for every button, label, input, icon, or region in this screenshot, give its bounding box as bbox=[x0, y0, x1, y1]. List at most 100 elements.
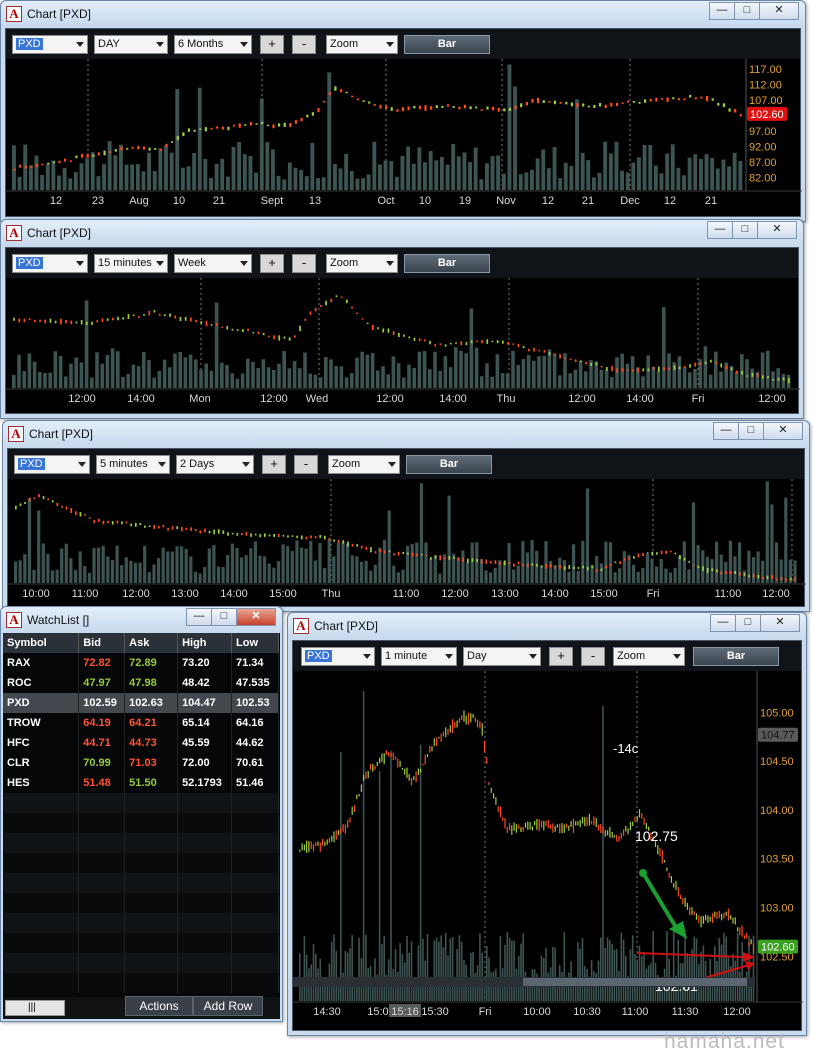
range-select[interactable]: Day bbox=[463, 647, 541, 666]
table-row[interactable]: PXD 102.59 102.63 104.47 102.53 bbox=[3, 693, 279, 713]
price-bar bbox=[294, 335, 296, 338]
interval-select[interactable]: 15 minutes bbox=[94, 254, 168, 273]
column-header-symbol[interactable]: Symbol bbox=[3, 633, 80, 653]
volume-bar bbox=[631, 935, 634, 1001]
price-bar bbox=[413, 337, 416, 341]
zoom-select[interactable]: Zoom bbox=[613, 647, 685, 666]
zoom-out-button[interactable]: - bbox=[581, 647, 605, 666]
price-bar bbox=[649, 99, 652, 102]
zoom-select[interactable]: Zoom bbox=[328, 455, 400, 474]
symbol-select[interactable]: PXD bbox=[14, 455, 90, 474]
zoom-out-button[interactable]: - bbox=[292, 254, 316, 273]
title-bar[interactable]: A Chart [PXD] — □ ✕ bbox=[1, 1, 805, 27]
price-chart[interactable]: 10:00 11:00 12:00 13:00 14:00 15:00 Thu 11:00 12… bbox=[8, 479, 806, 608]
volume-bar bbox=[572, 544, 576, 583]
close-button[interactable]: ✕ bbox=[760, 614, 800, 632]
column-header-low[interactable]: Low bbox=[231, 633, 279, 653]
price-bar bbox=[481, 723, 483, 736]
close-button[interactable]: ✕ bbox=[757, 221, 797, 239]
table-row[interactable]: HFC 44.71 44.73 45.59 44.62 bbox=[3, 733, 279, 753]
price-bar bbox=[227, 126, 230, 131]
price-bar bbox=[91, 321, 93, 325]
close-button[interactable]: ✕ bbox=[759, 2, 799, 20]
zoom-out-button[interactable]: - bbox=[294, 455, 318, 474]
title-bar[interactable]: A WatchList [] — □ ✕ bbox=[1, 607, 282, 633]
maximize-button[interactable]: □ bbox=[732, 221, 758, 239]
range-select[interactable]: Week bbox=[174, 254, 252, 273]
volume-bar bbox=[688, 372, 692, 388]
table-row[interactable]: RAX 72.82 72.89 73.20 71.34 bbox=[3, 653, 279, 673]
interval-select[interactable]: 1 minute bbox=[381, 647, 457, 666]
minimize-button[interactable]: — bbox=[707, 221, 733, 239]
volume-bar bbox=[335, 950, 338, 1001]
close-button[interactable]: ✕ bbox=[236, 608, 276, 626]
range-select[interactable]: 6 Months bbox=[174, 35, 252, 54]
volume-bar bbox=[292, 361, 297, 388]
volume-bar bbox=[433, 351, 437, 388]
zoom-in-button[interactable]: + bbox=[549, 647, 573, 666]
actions-button[interactable]: Actions bbox=[125, 996, 193, 1016]
zoom-in-button[interactable]: + bbox=[262, 455, 286, 474]
price-bar bbox=[171, 141, 174, 143]
symbol-select[interactable]: PXD bbox=[301, 647, 375, 666]
volume-bar bbox=[41, 543, 45, 583]
volume-bar bbox=[78, 551, 82, 583]
zoom-select[interactable]: Zoom bbox=[326, 35, 398, 54]
symbol-select[interactable]: PXD bbox=[12, 254, 88, 273]
range-select[interactable]: 2 Days bbox=[176, 455, 254, 474]
chart-type-button[interactable]: Bar bbox=[404, 35, 490, 54]
minimize-button[interactable]: — bbox=[710, 614, 736, 632]
maximize-button[interactable]: □ bbox=[211, 608, 237, 626]
volume-bar bbox=[642, 144, 647, 190]
volume-bar bbox=[304, 548, 308, 583]
interval-select[interactable]: DAY bbox=[94, 35, 168, 54]
price-bar bbox=[568, 825, 570, 831]
title-bar[interactable]: A Chart [PXD] — □ ✕ bbox=[3, 421, 809, 447]
column-header-high[interactable]: High bbox=[177, 633, 232, 653]
zoom-in-button[interactable]: + bbox=[260, 254, 284, 273]
add-row-button[interactable]: Add Row bbox=[193, 996, 263, 1016]
minimize-button[interactable]: — bbox=[713, 422, 739, 440]
chart-type-button[interactable]: Bar bbox=[406, 455, 492, 474]
price-bar bbox=[35, 163, 39, 167]
price-bar bbox=[361, 318, 364, 320]
volume-bar bbox=[632, 564, 636, 583]
minimize-button[interactable]: — bbox=[709, 2, 735, 20]
scroll-thumb[interactable]: ||| bbox=[28, 1002, 36, 1013]
price-bar bbox=[154, 148, 157, 150]
price-bar bbox=[349, 817, 351, 823]
price-bar bbox=[651, 551, 654, 555]
table-row[interactable]: CLR 70.99 71.03 72.00 70.61 bbox=[3, 753, 279, 773]
price-chart[interactable]: 14:30 15:0015:16 15:30 Fri 10:00 10:30 11:00 11… bbox=[293, 671, 803, 1032]
price-bar bbox=[471, 558, 474, 562]
interval-select[interactable]: 5 minutes bbox=[96, 455, 170, 474]
symbol-select[interactable]: PXD bbox=[12, 35, 88, 54]
zoom-in-button[interactable]: + bbox=[260, 35, 284, 54]
x-tick-label: 10:00 bbox=[523, 1006, 551, 1018]
horizontal-scrollbar[interactable]: ||| bbox=[5, 1000, 65, 1016]
cell-low: 44.62 bbox=[231, 733, 279, 753]
close-button[interactable]: ✕ bbox=[763, 422, 803, 440]
title-bar[interactable]: A Chart [PXD] — □ ✕ bbox=[1, 220, 803, 246]
chart-type-button[interactable]: Bar bbox=[693, 647, 779, 666]
zoom-select[interactable]: Zoom bbox=[326, 254, 398, 273]
table-row[interactable]: ROC 47.97 47.98 48.42 47.535 bbox=[3, 673, 279, 693]
table-row[interactable]: HES 51.48 51.50 52.1793 51.46 bbox=[3, 773, 279, 793]
title-bar[interactable]: A Chart [PXD] — □ ✕ bbox=[288, 613, 806, 639]
maximize-button[interactable]: □ bbox=[738, 422, 764, 440]
chart-type-button[interactable]: Bar bbox=[404, 254, 490, 273]
column-header-bid[interactable]: Bid bbox=[78, 633, 126, 653]
price-chart[interactable]: 12:00 14:00 Mon 12:00 Wed 12:00 14:00 Thu 12:00 1… bbox=[6, 278, 800, 415]
price-chart[interactable]: 12 23 Aug 10 21 Sept 13 Oct 10 19 Nov 12 21 Dec 12 21 11… bbox=[6, 59, 802, 218]
maximize-button[interactable]: □ bbox=[735, 614, 761, 632]
minimize-button[interactable]: — bbox=[186, 608, 212, 626]
price-bar bbox=[469, 106, 472, 110]
maximize-button[interactable]: □ bbox=[734, 2, 760, 20]
price-bar bbox=[158, 313, 161, 316]
table-row[interactable]: TROW 64.19 64.21 65.14 64.16 bbox=[3, 713, 279, 733]
price-bar bbox=[328, 92, 331, 96]
volume-bar bbox=[676, 167, 681, 190]
column-header-ask[interactable]: Ask bbox=[124, 633, 179, 653]
zoom-out-button[interactable]: - bbox=[292, 35, 316, 54]
price-bar bbox=[351, 95, 354, 98]
